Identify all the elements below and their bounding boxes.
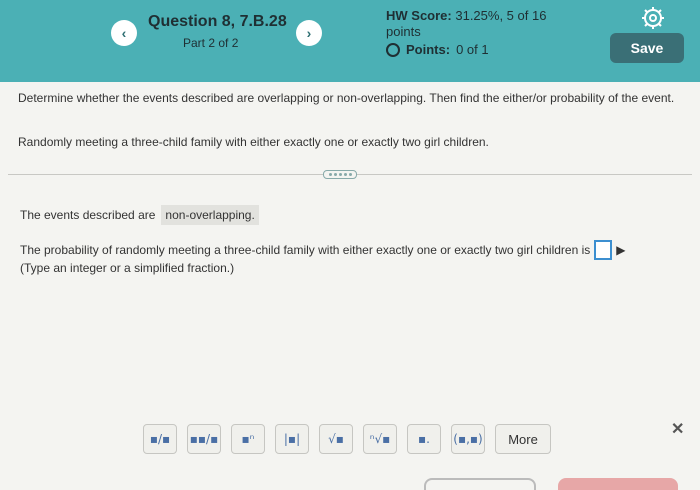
type-hint: (Type an integer or a simplified fractio… [20,261,235,275]
probability-prompt: The probability of randomly meeting a th… [20,243,591,257]
square-root-tool-button[interactable]: √▪ [319,424,353,454]
question-scenario: Randomly meeting a three-child family wi… [18,135,489,149]
question-header: ‹ Question 8, 7.B.28 Part 2 of 2 › HW Sc… [0,0,700,82]
close-icon[interactable]: ✕ [671,419,684,439]
previous-question-button[interactable]: ‹ [111,20,137,46]
chevron-right-icon: › [306,25,312,41]
bottom-button-outline[interactable] [424,478,536,490]
question-instructions: Determine whether the events described a… [18,91,675,105]
ordered-pair-tool-button[interactable]: (▪,▪) [451,424,485,454]
points-value: 0 of 1 [456,42,489,57]
probability-answer-input[interactable] [594,240,613,260]
status-circle-icon [386,42,400,57]
chevron-left-icon: ‹ [121,25,127,41]
exponent-tool-button[interactable]: ▪ⁿ [231,424,265,454]
events-prefix: The events described are [20,208,156,222]
hw-score-unit: points [386,24,421,39]
fraction-tool-button[interactable]: ▪/▪ [143,424,177,454]
events-answer-dropdown[interactable]: non-overlapping. [161,205,259,225]
probability-line: The probability of randomly meeting a th… [20,240,626,260]
next-question-button[interactable]: › [296,20,322,46]
events-answer-line: The events described are non-overlapping… [20,205,259,225]
math-toolbar: ▪/▪ ▪▪/▪ ▪ⁿ |▪| √▪ ⁿ√▪ ▪. (▪,▪) More [143,422,551,456]
question-title: Question 8, 7.B.28 [148,13,287,30]
question-content: Determine whether the events described a… [0,82,700,490]
hw-score: HW Score: 31.25%, 5 of 16 points [386,8,576,40]
divider-handle[interactable] [323,170,357,179]
points-status: Points: 0 of 1 [386,42,489,57]
hw-score-label: HW Score: [386,8,452,23]
hw-score-value: 31.25%, 5 of 16 [455,8,547,23]
nth-root-tool-button[interactable]: ⁿ√▪ [363,424,397,454]
points-label: Points: [406,42,451,57]
cursor-icon: ▶ [616,243,626,257]
mixed-number-tool-button[interactable]: ▪▪/▪ [187,424,221,454]
decimal-tool-button[interactable]: ▪. [407,424,441,454]
part-label: Part 2 of 2 [183,36,239,50]
save-button[interactable]: Save [610,33,684,63]
gear-icon[interactable] [641,6,665,30]
more-tools-button[interactable]: More [495,424,551,454]
bottom-button-check[interactable] [558,478,678,490]
absolute-value-tool-button[interactable]: |▪| [275,424,309,454]
